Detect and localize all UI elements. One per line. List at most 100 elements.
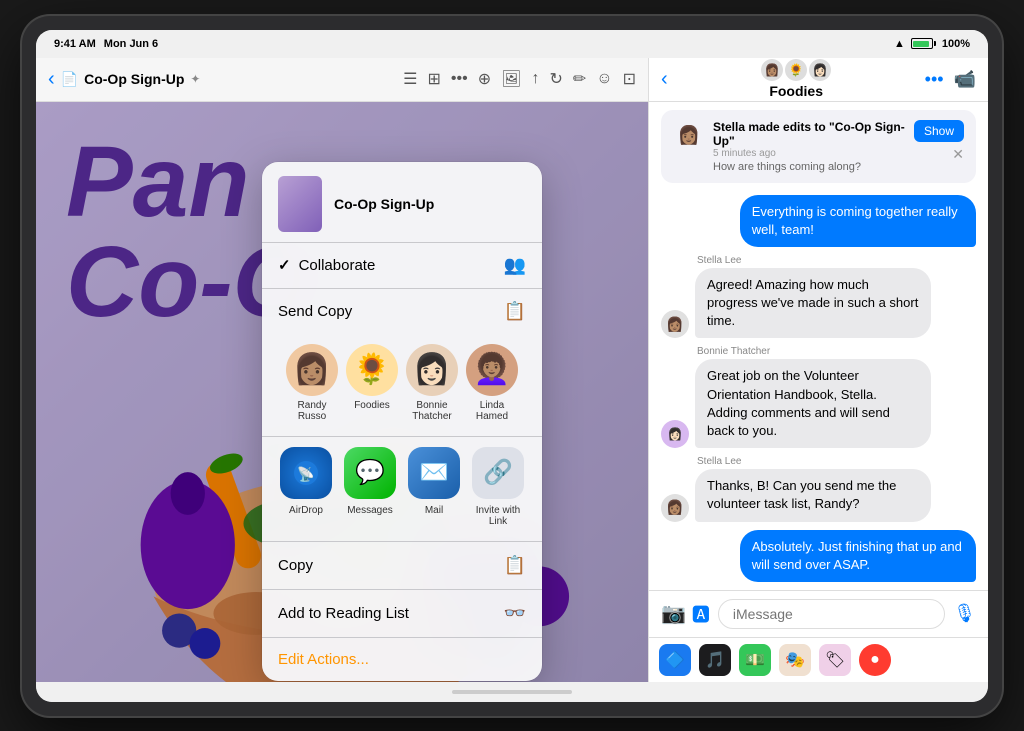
grid-icon[interactable]: ⊞ bbox=[428, 69, 441, 89]
app-link[interactable]: 🔗 Invite withLink bbox=[472, 447, 524, 527]
person-name-linda: LindaHamed bbox=[476, 400, 508, 422]
collaborate-icon: 👥 bbox=[504, 255, 526, 276]
messages-header-center: 👩🏽 🌻 👩🏻 Foodies bbox=[676, 59, 917, 99]
appstore-icon[interactable]: 🅰 bbox=[692, 601, 710, 627]
tray-music-icon[interactable]: 🎵 bbox=[699, 644, 731, 676]
message-group-4: Stella Lee 👩🏽 Thanks, B! Can you send me… bbox=[661, 456, 976, 521]
list-icon[interactable]: ☰ bbox=[403, 69, 417, 89]
mail-label: Mail bbox=[425, 505, 443, 516]
app-icons-row: 📡 AirDrop 💬 Messages ✉️ Mail bbox=[262, 436, 542, 541]
collaborate-row[interactable]: ✓ Collaborate 👥 bbox=[262, 243, 542, 289]
input-left-icons: 📷 🅰 bbox=[661, 601, 710, 627]
message-row-3: 👩🏻 Great job on the Volunteer Orientatio… bbox=[661, 359, 976, 448]
message-input[interactable] bbox=[718, 599, 945, 629]
person-linda[interactable]: 👩🏽‍🦱 LindaHamed bbox=[466, 344, 518, 422]
tray-sticker-icon[interactable]: 🏷 bbox=[819, 644, 851, 676]
doc-name[interactable]: Co-Op Sign-Up bbox=[84, 71, 184, 87]
toolbar-icons: ☰ ⊞ ••• ⊕ 🖼 ↑ ↻ ✏ ☺ ⊡ bbox=[403, 69, 636, 89]
message-row-1: Everything is coming together really wel… bbox=[661, 195, 976, 247]
status-bar-right: ▲ 100% bbox=[894, 38, 970, 50]
copy-row[interactable]: Copy 📋 bbox=[262, 542, 542, 590]
add-icon[interactable]: ⊕ bbox=[478, 69, 491, 89]
people-row: 👩🏽 RandyRusso 🌻 Foodies 👩🏻 BonnieThatche… bbox=[262, 334, 542, 436]
group-name[interactable]: Foodies bbox=[769, 83, 823, 99]
messages-input-area: 📷 🅰 🎙 🔷 🎵 💵 🎭 🏷 ● bbox=[649, 590, 988, 682]
group-avatar-3: 👩🏻 bbox=[809, 59, 831, 81]
app-messages[interactable]: 💬 Messages bbox=[344, 447, 396, 527]
doc-name-star: ✦ bbox=[190, 72, 200, 86]
messages-body: 👩🏽 Stella made edits to "Co-Op Sign-Up" … bbox=[649, 102, 988, 590]
message-group-3: Bonnie Thatcher 👩🏻 Great job on the Volu… bbox=[661, 346, 976, 448]
doc-canvas: Pan Co-O bbox=[36, 102, 648, 682]
mic-icon[interactable]: 🎙 bbox=[953, 603, 976, 624]
notif-subtext: How are things coming along? bbox=[713, 161, 906, 173]
media-icon[interactable]: 🖼 bbox=[501, 69, 521, 89]
back-button[interactable]: ‹ bbox=[48, 68, 55, 91]
reading-list-row[interactable]: Add to Reading List 👓 bbox=[262, 590, 542, 638]
bubble-1: Everything is coming together really wel… bbox=[740, 195, 976, 247]
bubble-5: Absolutely. Just finishing that up and w… bbox=[740, 530, 976, 582]
app-airdrop[interactable]: 📡 AirDrop bbox=[280, 447, 332, 527]
sender-stella-1: Stella Lee bbox=[697, 255, 976, 266]
popup-actions: ✓ Collaborate 👥 Send Copy 📋 bbox=[262, 242, 542, 334]
bubble-2: Agreed! Amazing how much progress we've … bbox=[695, 268, 931, 339]
extra-icon[interactable]: ⊡ bbox=[623, 69, 636, 89]
battery-icon bbox=[911, 38, 936, 50]
person-name-bonnie: BonnieThatcher bbox=[412, 400, 451, 422]
doc-icon: 📄 bbox=[61, 71, 78, 88]
person-avatar-randy: 👩🏽 bbox=[286, 344, 338, 396]
more-options: Copy 📋 Add to Reading List 👓 Edit Action… bbox=[262, 541, 542, 681]
person-foodies[interactable]: 🌻 Foodies bbox=[346, 344, 398, 422]
group-avatar-2: 🌻 bbox=[785, 59, 807, 81]
more-dots-icon[interactable]: ••• bbox=[925, 69, 944, 90]
person-name-foodies: Foodies bbox=[354, 400, 390, 411]
main-area: ‹ 📄 Co-Op Sign-Up ✦ ☰ ⊞ ••• ⊕ 🖼 ↑ ↻ ✏ bbox=[36, 58, 988, 682]
tray-memoji-icon[interactable]: 🎭 bbox=[779, 644, 811, 676]
emoji-icon[interactable]: ☺ bbox=[596, 70, 612, 88]
person-randy[interactable]: 👩🏽 RandyRusso bbox=[286, 344, 338, 422]
home-bar bbox=[452, 690, 572, 694]
person-avatar-linda: 👩🏽‍🦱 bbox=[466, 344, 518, 396]
send-copy-icon: 📋 bbox=[504, 301, 526, 322]
tray-appstore-icon[interactable]: 🔷 bbox=[659, 644, 691, 676]
app-tray: 🔷 🎵 💵 🎭 🏷 ● bbox=[649, 637, 988, 682]
edit-actions-label: Edit Actions... bbox=[278, 651, 526, 668]
status-date: Mon Jun 6 bbox=[104, 38, 158, 50]
share-icon[interactable]: ↑ bbox=[531, 70, 539, 88]
tray-cash-icon[interactable]: 💵 bbox=[739, 644, 771, 676]
share-popup[interactable]: Co-Op Sign-Up ✓ Collaborate 👥 bbox=[262, 162, 542, 681]
person-bonnie[interactable]: 👩🏻 BonnieThatcher bbox=[406, 344, 458, 422]
bubble-3: Great job on the Volunteer Orientation H… bbox=[695, 359, 931, 448]
messages-icon: 💬 bbox=[344, 447, 396, 499]
tray-red-icon[interactable]: ● bbox=[859, 644, 891, 676]
home-indicator bbox=[36, 682, 988, 702]
message-group-2: Stella Lee 👩🏽 Agreed! Amazing how much p… bbox=[661, 255, 976, 339]
sender-bonnie-1: Bonnie Thatcher bbox=[697, 346, 976, 357]
svg-text:📡: 📡 bbox=[297, 465, 315, 483]
sender-stella-2: Stella Lee bbox=[697, 456, 976, 467]
pages-panel: ‹ 📄 Co-Op Sign-Up ✦ ☰ ⊞ ••• ⊕ 🖼 ↑ ↻ ✏ bbox=[36, 58, 648, 682]
ipad-screen: 9:41 AM Mon Jun 6 ▲ 100% bbox=[36, 30, 988, 702]
battery-percent: 100% bbox=[942, 38, 970, 50]
send-copy-row[interactable]: Send Copy 📋 bbox=[262, 289, 542, 334]
edit-actions-row[interactable]: Edit Actions... bbox=[262, 638, 542, 681]
notif-title-text: Stella made edits to "Co-Op Sign-Up" bbox=[713, 120, 905, 148]
rotate-icon[interactable]: ↻ bbox=[549, 69, 562, 89]
camera-icon[interactable]: 📷 bbox=[661, 601, 686, 627]
notif-close-button[interactable]: ✕ bbox=[952, 146, 964, 163]
reading-list-icon: 👓 bbox=[504, 603, 526, 624]
notif-content: Stella made edits to "Co-Op Sign-Up" 5 m… bbox=[713, 120, 906, 173]
dot-menu-icon[interactable]: ••• bbox=[451, 70, 468, 88]
group-avatars: 👩🏽 🌻 👩🏻 bbox=[761, 59, 831, 81]
app-mail[interactable]: ✉️ Mail bbox=[408, 447, 460, 527]
video-call-icon[interactable]: 📹 bbox=[954, 69, 976, 90]
notif-show-button[interactable]: Show bbox=[914, 120, 964, 142]
notif-avatar: 👩🏽 bbox=[673, 120, 705, 152]
popup-doc-info: Co-Op Sign-Up bbox=[334, 196, 526, 212]
send-copy-label: Send Copy bbox=[278, 303, 504, 320]
collaborate-label: ✓ Collaborate bbox=[278, 256, 504, 274]
messages-toolbar: ‹ 👩🏽 🌻 👩🏻 Foodies ••• 📹 bbox=[649, 58, 988, 102]
message-row-4: 👩🏽 Thanks, B! Can you send me the volunt… bbox=[661, 469, 976, 521]
pencil-icon[interactable]: ✏ bbox=[573, 69, 586, 89]
messages-back-button[interactable]: ‹ bbox=[661, 68, 668, 91]
